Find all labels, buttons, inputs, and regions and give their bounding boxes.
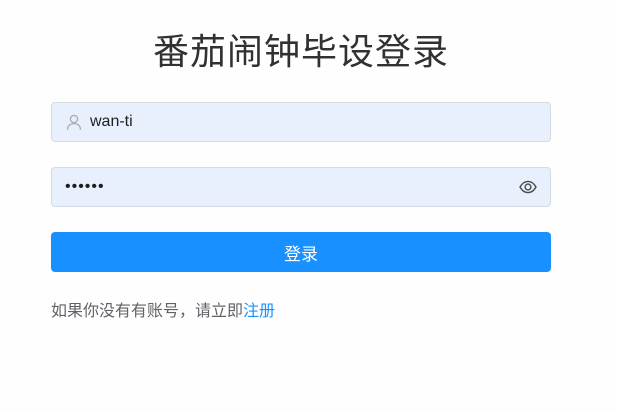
password-field[interactable]	[51, 167, 551, 207]
register-link[interactable]: 注册	[243, 301, 275, 320]
register-prompt-text: 如果你没有有账号，请立即	[51, 301, 244, 320]
username-field[interactable]	[51, 102, 551, 142]
login-page: 番茄闹钟毕设登录 登录 如果你没有有账号，请立即注册	[0, 0, 617, 412]
login-button[interactable]: 登录	[51, 232, 551, 272]
register-prompt: 如果你没有有账号，请立即注册	[51, 300, 275, 322]
username-input[interactable]	[90, 103, 540, 141]
eye-icon[interactable]	[519, 179, 537, 195]
password-input[interactable]	[65, 168, 510, 206]
page-title: 番茄闹钟毕设登录	[152, 32, 449, 73]
user-icon	[66, 114, 82, 130]
